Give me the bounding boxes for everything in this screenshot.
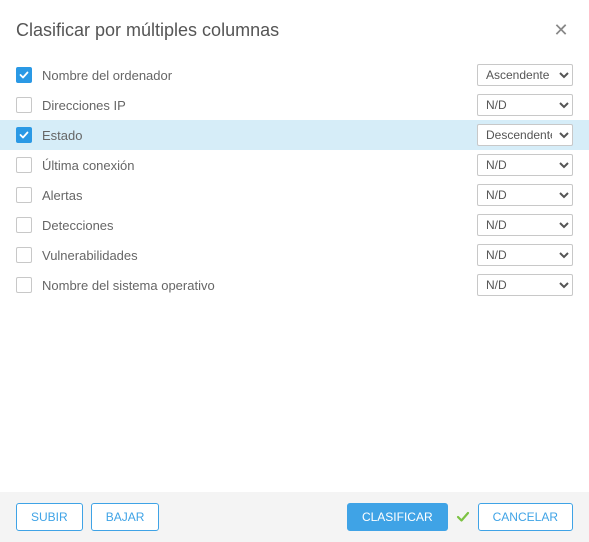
column-row[interactable]: DeteccionesN/DAscendenteDescendente <box>0 210 589 240</box>
sort-select[interactable]: N/DAscendenteDescendente <box>477 214 573 236</box>
column-checkbox[interactable] <box>16 127 32 143</box>
column-checkbox[interactable] <box>16 97 32 113</box>
move-up-button[interactable]: SUBIR <box>16 503 83 531</box>
column-label: Última conexión <box>42 158 477 173</box>
column-checkbox[interactable] <box>16 217 32 233</box>
dialog-footer: SUBIR BAJAR CLASIFICAR CANCELAR <box>0 492 589 542</box>
column-label: Detecciones <box>42 218 477 233</box>
column-label: Direcciones IP <box>42 98 477 113</box>
column-checkbox[interactable] <box>16 247 32 263</box>
column-label: Estado <box>42 128 477 143</box>
column-label: Nombre del sistema operativo <box>42 278 477 293</box>
classify-button[interactable]: CLASIFICAR <box>347 503 448 531</box>
column-checkbox[interactable] <box>16 157 32 173</box>
sort-select[interactable]: N/DAscendenteDescendente <box>477 274 573 296</box>
sort-select[interactable]: N/DAscendenteDescendente <box>477 154 573 176</box>
dialog-title: Clasificar por múltiples columnas <box>16 20 279 41</box>
column-row[interactable]: AlertasN/DAscendenteDescendente <box>0 180 589 210</box>
column-checkbox[interactable] <box>16 187 32 203</box>
column-label: Vulnerabilidades <box>42 248 477 263</box>
column-row[interactable]: EstadoN/DAscendenteDescendente <box>0 120 589 150</box>
sort-select[interactable]: N/DAscendenteDescendente <box>477 124 573 146</box>
column-checkbox[interactable] <box>16 277 32 293</box>
column-row[interactable]: Direcciones IPN/DAscendenteDescendente <box>0 90 589 120</box>
column-row[interactable]: Nombre del sistema operativoN/DAscendent… <box>0 270 589 300</box>
close-icon: ✕ <box>553 20 568 41</box>
move-down-button[interactable]: BAJAR <box>91 503 160 531</box>
close-button[interactable]: ✕ <box>549 18 573 42</box>
sort-select[interactable]: N/DAscendenteDescendente <box>477 64 573 86</box>
column-row[interactable]: Última conexiónN/DAscendenteDescendente <box>0 150 589 180</box>
column-list: Nombre del ordenadorN/DAscendenteDescend… <box>0 56 589 304</box>
column-label: Nombre del ordenador <box>42 68 477 83</box>
column-label: Alertas <box>42 188 477 203</box>
column-checkbox[interactable] <box>16 67 32 83</box>
dialog-header: Clasificar por múltiples columnas ✕ <box>0 0 589 56</box>
sort-select[interactable]: N/DAscendenteDescendente <box>477 244 573 266</box>
column-row[interactable]: Nombre del ordenadorN/DAscendenteDescend… <box>0 60 589 90</box>
sort-select[interactable]: N/DAscendenteDescendente <box>477 94 573 116</box>
cancel-button[interactable]: CANCELAR <box>478 503 573 531</box>
column-row[interactable]: VulnerabilidadesN/DAscendenteDescendente <box>0 240 589 270</box>
sort-select[interactable]: N/DAscendenteDescendente <box>477 184 573 206</box>
checkmark-icon <box>456 510 470 524</box>
